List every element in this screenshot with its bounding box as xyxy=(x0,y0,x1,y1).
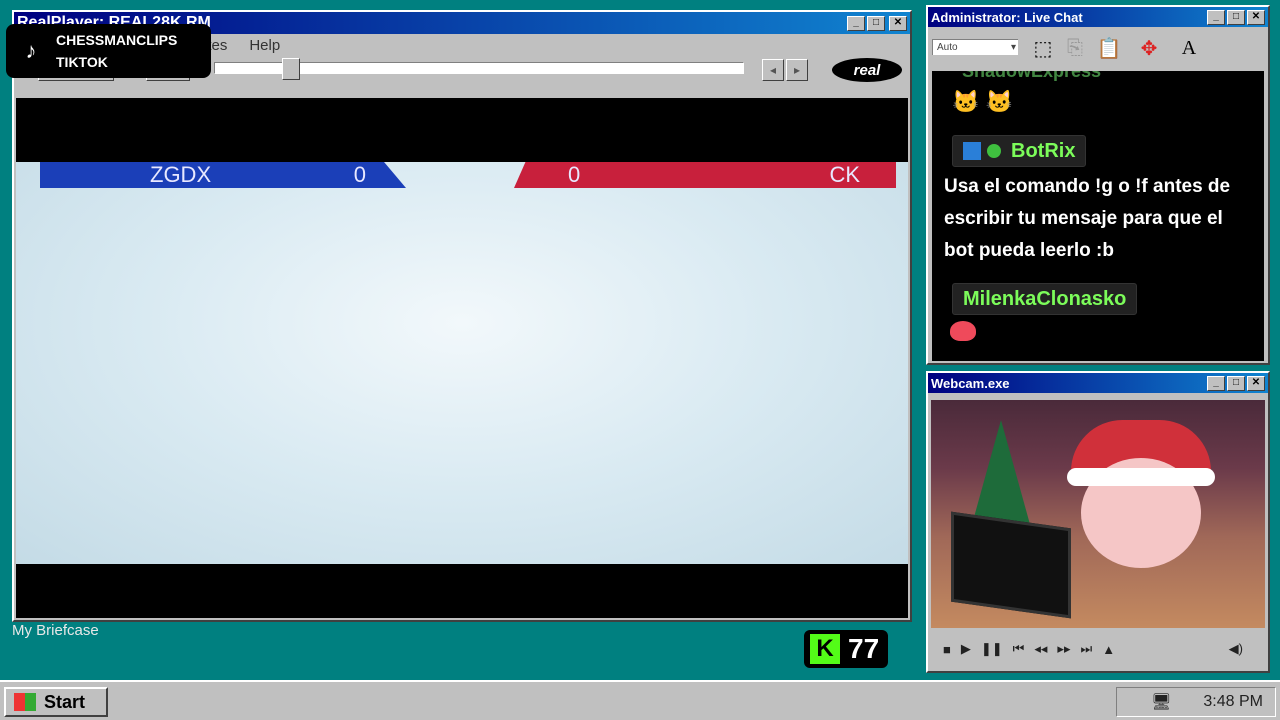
tiktok-icon: ♪ xyxy=(25,38,37,63)
seek-thumb[interactable] xyxy=(282,58,300,80)
kick-count: 77 xyxy=(848,633,880,664)
fast-forward-icon[interactable]: ▸▸ xyxy=(1057,641,1070,657)
verified-icon xyxy=(987,144,1001,158)
team-left-name: ZGDX xyxy=(150,162,212,187)
scheduler-icon[interactable]: 🖥 xyxy=(1151,692,1171,712)
chat-username-botrix: BotRix xyxy=(952,135,1087,167)
forward-button[interactable]: ▸ xyxy=(786,59,808,81)
chat-messages: ShadowExpress 🐱 🐱 BotRix Usa el comando … xyxy=(932,71,1264,361)
system-tray: 🖥 3:48 PM xyxy=(1116,687,1276,717)
menu-help[interactable]: Help xyxy=(249,37,280,54)
game-scene: ZGDX 0 0 CK xyxy=(16,162,908,564)
maximize-button[interactable]: □ xyxy=(1227,375,1245,391)
volume-icon[interactable]: ◀) xyxy=(1229,641,1243,657)
santa-hat-brim xyxy=(1067,468,1215,486)
kick-viewer-count: K 77 xyxy=(804,630,888,668)
chat-username: ShadowExpress xyxy=(962,71,1102,81)
real-logo: real xyxy=(832,58,902,82)
chat-toolbar: Auto ▾ ⬚ ⎘ 📋 ✥ A xyxy=(928,27,1268,69)
blob-emote-icon xyxy=(950,321,976,341)
font-icon[interactable]: A xyxy=(1174,33,1204,63)
skip-back-icon[interactable]: ⏮ xyxy=(1013,641,1025,657)
team-right-bar: 0 CK xyxy=(514,162,896,188)
desktop-icon-briefcase[interactable]: My Briefcase xyxy=(12,622,99,639)
team-left-score: 0 xyxy=(353,162,366,187)
tiktok-watermark: ♪ CHESSMANCLIPS TIKTOK xyxy=(6,24,211,78)
minimize-button[interactable]: _ xyxy=(847,15,865,31)
close-button[interactable]: ✕ xyxy=(889,15,907,31)
start-label: Start xyxy=(44,691,86,712)
tiktok-channel: CHESSMANCLIPS xyxy=(56,32,178,48)
chat-username-milenka: MilenkaClonasko xyxy=(952,283,1138,315)
botrix-name: BotRix xyxy=(1011,139,1076,162)
windows-logo-icon xyxy=(14,693,36,711)
eject-icon[interactable]: ▲ xyxy=(1102,642,1115,657)
webcam-controls: ■ ▶ ❚❚ ⏮ ◂◂ ▸▸ ⏭ ▲ ◀) xyxy=(931,633,1265,665)
team-right-score: 0 xyxy=(568,162,581,187)
chat-title: Administrator: Live Chat xyxy=(931,9,1083,25)
skip-forward-icon[interactable]: ⏭ xyxy=(1080,641,1092,657)
move-icon[interactable]: ✥ xyxy=(1134,33,1164,63)
team-left-bar: ZGDX 0 xyxy=(40,162,406,188)
stop-icon[interactable]: ■ xyxy=(943,642,951,657)
kick-icon: K xyxy=(810,634,840,664)
play-icon[interactable]: ▶ xyxy=(961,641,971,657)
select-icon[interactable]: ⬚ xyxy=(1028,33,1058,63)
copy-icon[interactable]: ⎘ xyxy=(1060,33,1090,63)
close-button[interactable]: ✕ xyxy=(1247,375,1265,391)
webcam-titlebar[interactable]: Webcam.exe _ □ ✕ xyxy=(928,373,1268,393)
font-select-value: Auto xyxy=(937,42,958,53)
maximize-button[interactable]: □ xyxy=(1227,9,1245,25)
start-button[interactable]: Start xyxy=(4,687,108,717)
minimize-button[interactable]: _ xyxy=(1207,9,1225,25)
cat-emotes: 🐱 🐱 xyxy=(952,89,1013,114)
close-button[interactable]: ✕ xyxy=(1247,9,1265,25)
video-area[interactable]: ZGDX 0 0 CK xyxy=(16,98,908,618)
chevron-down-icon: ▾ xyxy=(1010,42,1016,53)
bot-icon xyxy=(963,142,981,160)
chat-message-text: Usa el comando !g o !f antes de escribir… xyxy=(944,176,1231,261)
rewind-icon[interactable]: ◂◂ xyxy=(1034,641,1047,657)
webcam-window[interactable]: Webcam.exe _ □ ✕ ■ ▶ ❚❚ ⏮ ◂◂ ▸▸ ⏭ ▲ ◀) xyxy=(926,371,1270,673)
realplayer-window[interactable]: RealPlayer: REAL28K.RM _ □ ✕ ites Help ▶… xyxy=(12,10,912,622)
paste-icon[interactable]: 📋 xyxy=(1094,33,1124,63)
pause-icon[interactable]: ❚❚ xyxy=(981,641,1003,657)
rewind-button[interactable]: ◂ xyxy=(762,59,784,81)
live-chat-window[interactable]: Administrator: Live Chat _ □ ✕ Auto ▾ ⬚ ⎘… xyxy=(926,5,1270,365)
chat-titlebar[interactable]: Administrator: Live Chat _ □ ✕ xyxy=(928,7,1268,27)
avatar-monitor xyxy=(951,511,1071,619)
webcam-title: Webcam.exe xyxy=(931,375,1010,391)
font-select[interactable]: Auto ▾ xyxy=(932,39,1018,55)
team-right-name: CK xyxy=(829,162,860,187)
clock[interactable]: 3:48 PM xyxy=(1203,693,1263,711)
taskbar: Start 🖥 3:48 PM xyxy=(0,680,1280,720)
tiktok-label: TIKTOK xyxy=(56,54,108,70)
webcam-feed xyxy=(931,400,1265,628)
maximize-button[interactable]: □ xyxy=(867,15,885,31)
minimize-button[interactable]: _ xyxy=(1207,375,1225,391)
